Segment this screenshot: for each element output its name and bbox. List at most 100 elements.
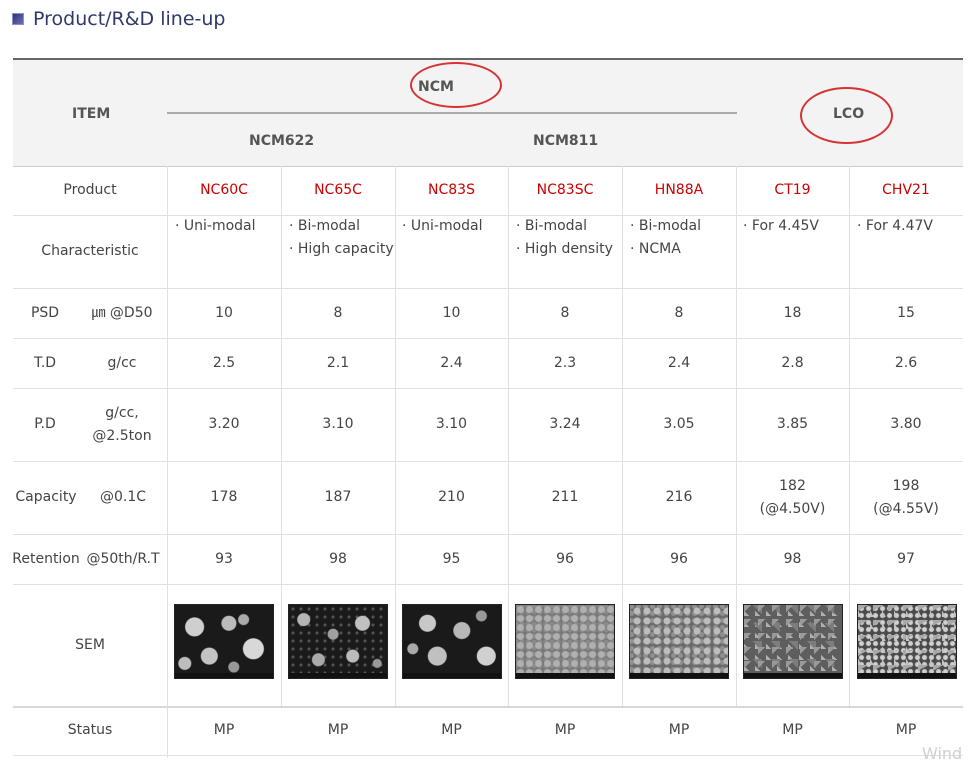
product-name: NC60C xyxy=(200,182,248,198)
capacity-cell: 182 (@4.50V) xyxy=(736,461,849,534)
row-unit-retention: @50th/R.T xyxy=(86,550,160,567)
sem-scale-bar xyxy=(289,673,387,678)
pd-value: 3.24 xyxy=(549,416,581,432)
characteristic-cell: · Bi-modal · High density xyxy=(516,215,622,288)
capacity-value: 182 xyxy=(779,477,806,494)
row-label-sem: SEM xyxy=(75,636,105,653)
section-title: Product/R&D line-up xyxy=(12,7,225,31)
td-value: 2.4 xyxy=(440,354,463,371)
characteristic-line: · For 4.45V xyxy=(743,218,819,234)
product-name: CT19 xyxy=(774,182,811,198)
sem-image xyxy=(743,604,843,679)
product-name: HN88A xyxy=(654,182,704,198)
characteristic-cell: · For 4.45V xyxy=(743,215,849,288)
product-name: CHV21 xyxy=(882,182,930,198)
retention-value: 98 xyxy=(783,550,802,567)
capacity-cell: 210 xyxy=(395,461,508,534)
characteristic-line: · Uni-modal xyxy=(402,218,483,234)
sem-scale-bar xyxy=(744,673,842,678)
capacity-cell: 178 xyxy=(167,461,281,534)
characteristic-cell: · Bi-modal · High capacity xyxy=(289,215,395,288)
characteristic-line: · Uni-modal xyxy=(175,218,256,234)
capacity-cell: 211 xyxy=(508,461,622,534)
product-name: NC65C xyxy=(314,182,362,198)
capacity-value: 210 xyxy=(438,489,465,505)
pd-value: 3.20 xyxy=(208,416,240,432)
sem-scale-bar xyxy=(175,673,273,678)
sem-image xyxy=(402,604,502,679)
status-value: MP xyxy=(441,722,462,738)
characteristic-line: · Bi-modal xyxy=(630,218,702,234)
capacity-value: 211 xyxy=(551,489,579,505)
sem-scale-bar xyxy=(403,673,501,678)
sem-scale-bar xyxy=(630,673,728,678)
capacity-note: (@4.55V) xyxy=(873,500,939,517)
td-value: 2.5 xyxy=(212,354,236,371)
product-name: NC83SC xyxy=(536,182,594,198)
capacity-cell: 187 xyxy=(281,461,395,534)
characteristic-line: · For 4.47V xyxy=(857,218,933,234)
status-value: MP xyxy=(668,722,690,738)
sem-image xyxy=(515,604,615,679)
retention-value: 96 xyxy=(556,550,574,567)
characteristic-line: · High capacity xyxy=(289,241,394,257)
header-ncm811: NCM811 xyxy=(533,133,599,149)
capacity-cell: 216 xyxy=(622,461,736,534)
psd-value: 15 xyxy=(897,304,915,321)
status-value: MP xyxy=(213,722,235,738)
retention-value: 97 xyxy=(897,550,915,567)
sem-image xyxy=(288,604,388,679)
psd-value: 18 xyxy=(783,304,802,321)
status-value: MP xyxy=(782,722,803,738)
capacity-value: 198 xyxy=(892,477,920,494)
td-value: 2.6 xyxy=(894,354,918,371)
sem-scale-bar xyxy=(516,673,614,678)
td-value: 2.4 xyxy=(667,354,691,371)
characteristic-line: · Bi-modal xyxy=(516,218,588,234)
row-label-product: Product xyxy=(63,182,117,198)
retention-value: 98 xyxy=(329,550,347,567)
row-unit-capacity: @0.1C xyxy=(99,489,147,505)
capacity-value: 178 xyxy=(210,489,238,505)
status-value: MP xyxy=(554,722,576,738)
row-unit-td: g/cc xyxy=(107,354,137,371)
psd-value: 10 xyxy=(442,304,461,321)
row-label-td: T.D xyxy=(33,354,57,371)
row-label-pd: P.D xyxy=(34,416,56,432)
row-label-retention: Retention xyxy=(12,550,80,567)
pd-unit-line-1: g/cc, xyxy=(105,404,139,421)
pd-unit-line-2: @2.5ton xyxy=(92,427,152,444)
characteristic-cell: · For 4.47V xyxy=(857,215,963,288)
characteristic-cell: · Uni-modal xyxy=(402,215,508,288)
td-value: 2.1 xyxy=(326,354,350,371)
sem-image xyxy=(174,604,274,679)
retention-value: 93 xyxy=(215,550,233,567)
td-value: 2.8 xyxy=(781,354,804,371)
activation-watermark: Wind xyxy=(922,744,963,763)
pd-value: 3.10 xyxy=(322,416,354,432)
psd-value: 8 xyxy=(333,304,343,321)
row-unit-psd: ㎛ @D50 xyxy=(91,304,153,321)
capacity-note: (@4.50V) xyxy=(759,500,826,517)
pd-value: 3.10 xyxy=(435,416,468,432)
pd-value: 3.05 xyxy=(663,416,695,432)
header-divider xyxy=(167,112,737,114)
header-ncm622: NCM622 xyxy=(249,133,315,149)
table-header: ITEM NCM NCM622 NCM811 LCO xyxy=(13,60,963,167)
capacity-cell: 198 (@4.55V) xyxy=(849,461,963,534)
capacity-value: 216 xyxy=(665,489,693,505)
row-label-capacity: Capacity xyxy=(15,489,77,505)
lco-highlight-circle xyxy=(800,87,893,144)
psd-value: 8 xyxy=(674,304,684,321)
psd-value: 8 xyxy=(560,304,570,321)
product-table: Product Characteristic PSD ㎛ @D50 T.D g/… xyxy=(12,166,963,758)
characteristic-line: · NCMA xyxy=(630,241,681,257)
sem-image xyxy=(629,604,729,679)
td-value: 2.3 xyxy=(553,354,577,371)
sem-image xyxy=(857,604,957,679)
retention-value: 96 xyxy=(670,550,688,567)
retention-value: 95 xyxy=(442,550,461,567)
square-bullet-icon xyxy=(12,13,24,25)
characteristic-line: · Bi-modal xyxy=(289,218,361,234)
ncm-highlight-circle xyxy=(410,62,502,108)
